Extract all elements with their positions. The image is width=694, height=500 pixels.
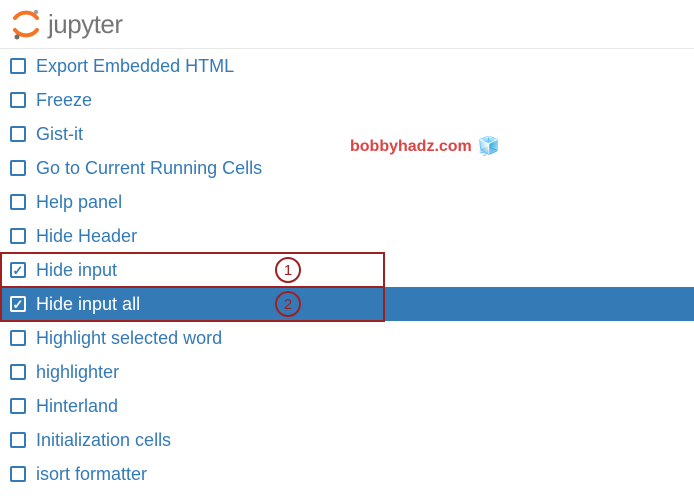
extension-item[interactable]: Export Embedded HTML [0,49,694,83]
extension-item[interactable]: Go to Current Running Cells [0,151,694,185]
extension-label: Go to Current Running Cells [36,158,262,179]
extension-label: Hide Header [36,226,137,247]
extension-item[interactable]: Hide input 1 [0,253,694,287]
extension-label: Hide input [36,260,117,281]
extension-label: Highlight selected word [36,328,222,349]
extension-item[interactable]: Highlight selected word [0,321,694,355]
extension-item[interactable]: Freeze [0,83,694,117]
checkbox-icon[interactable] [10,364,26,380]
checkbox-icon[interactable] [10,398,26,414]
extension-label: Help panel [36,192,122,213]
extension-label: Export Embedded HTML [36,56,234,77]
extension-item[interactable]: Gist-it [0,117,694,151]
extension-label: highlighter [36,362,119,383]
checkbox-icon[interactable] [10,432,26,448]
extension-label: Hinterland [36,396,118,417]
extension-item[interactable]: Hide input all 2 [0,287,694,321]
extension-list: Export Embedded HTML Freeze Gist-it Go to C… [0,49,694,491]
extension-item[interactable]: Help panel [0,185,694,219]
checkbox-icon[interactable] [10,194,26,210]
checkbox-icon[interactable] [10,228,26,244]
jupyter-logo-text: jupyter [48,9,123,40]
extension-label: Hide input all [36,294,140,315]
extension-item[interactable]: Initialization cells [0,423,694,457]
extension-label: Initialization cells [36,430,171,451]
checkbox-icon[interactable] [10,262,26,278]
checkbox-icon[interactable] [10,466,26,482]
checkbox-icon[interactable] [10,160,26,176]
extension-item[interactable]: Hide Header [0,219,694,253]
annotation-number: 1 [275,257,301,283]
extension-item[interactable]: Hinterland [0,389,694,423]
annotation-number: 2 [275,291,301,317]
extension-label: Gist-it [36,124,83,145]
jupyter-logo[interactable]: jupyter [10,8,684,40]
checkbox-icon[interactable] [10,92,26,108]
extension-item[interactable]: highlighter [0,355,694,389]
checkbox-icon[interactable] [10,330,26,346]
jupyter-icon [10,8,42,40]
checkbox-icon[interactable] [10,58,26,74]
extension-item[interactable]: isort formatter [0,457,694,491]
checkbox-icon[interactable] [10,126,26,142]
extension-label: isort formatter [36,464,147,485]
extension-label: Freeze [36,90,92,111]
header: jupyter [0,0,694,49]
checkbox-icon[interactable] [10,296,26,312]
